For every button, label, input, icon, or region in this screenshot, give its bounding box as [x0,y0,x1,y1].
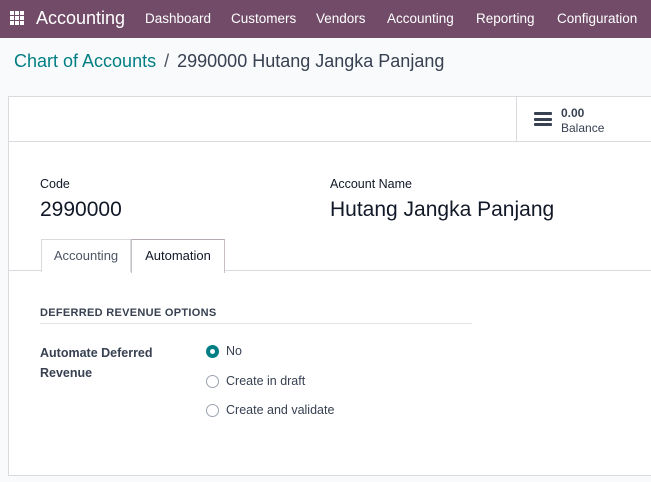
radio-label: No [226,344,242,358]
balance-label: Balance [561,121,605,135]
radio-unchecked-icon[interactable] [206,374,219,388]
radio-option-no[interactable]: No [206,342,242,360]
nav-dashboard[interactable]: Dashboard [145,11,211,26]
automate-deferred-revenue-label: Automate Deferred Revenue [40,346,153,380]
tab-accounting[interactable]: Accounting [41,239,131,272]
bars-icon [534,112,552,126]
nav-customers[interactable]: Customers [231,11,296,26]
nav-reporting[interactable]: Reporting [476,11,535,26]
nav-accounting[interactable]: Accounting [387,11,454,26]
apps-menu-icon[interactable] [10,11,24,25]
breadcrumb-separator: / [164,51,170,71]
nav-configuration[interactable]: Configuration [557,11,637,26]
form-sheet: 0.00 Balance Code 2990000 Account Name H… [8,96,651,476]
account-name-field[interactable]: Hutang Jangka Panjang [330,198,554,222]
section-title: DEFERRED REVENUE OPTIONS [40,307,217,319]
radio-checked-icon[interactable] [206,344,219,358]
top-navbar: Accounting Dashboard Customers Vendors A… [0,0,651,38]
radio-label: Create in draft [226,374,306,388]
breadcrumb: Chart of Accounts / 2990000 Hutang Jangk… [14,51,444,72]
breadcrumb-current: 2990000 Hutang Jangka Panjang [177,51,445,71]
account-name-label: Account Name [330,177,412,191]
radio-option-create-and-validate[interactable]: Create and validate [206,401,334,419]
button-box: 0.00 Balance [9,97,651,142]
radio-label: Create and validate [226,403,335,417]
tab-automation[interactable]: Automation [131,239,225,273]
code-label: Code [40,177,70,191]
app-brand[interactable]: Accounting [36,8,125,29]
section-divider [40,323,472,324]
code-field[interactable]: 2990000 [40,198,122,222]
nav-vendors[interactable]: Vendors [316,11,366,26]
breadcrumb-parent-link[interactable]: Chart of Accounts [14,51,156,71]
notebook-tabs: Accounting Automation [9,238,651,273]
balance-value: 0.00 [561,106,585,120]
balance-button[interactable]: 0.00 Balance [516,97,651,141]
radio-option-create-in-draft[interactable]: Create in draft [206,372,305,390]
radio-unchecked-icon[interactable] [206,403,219,417]
